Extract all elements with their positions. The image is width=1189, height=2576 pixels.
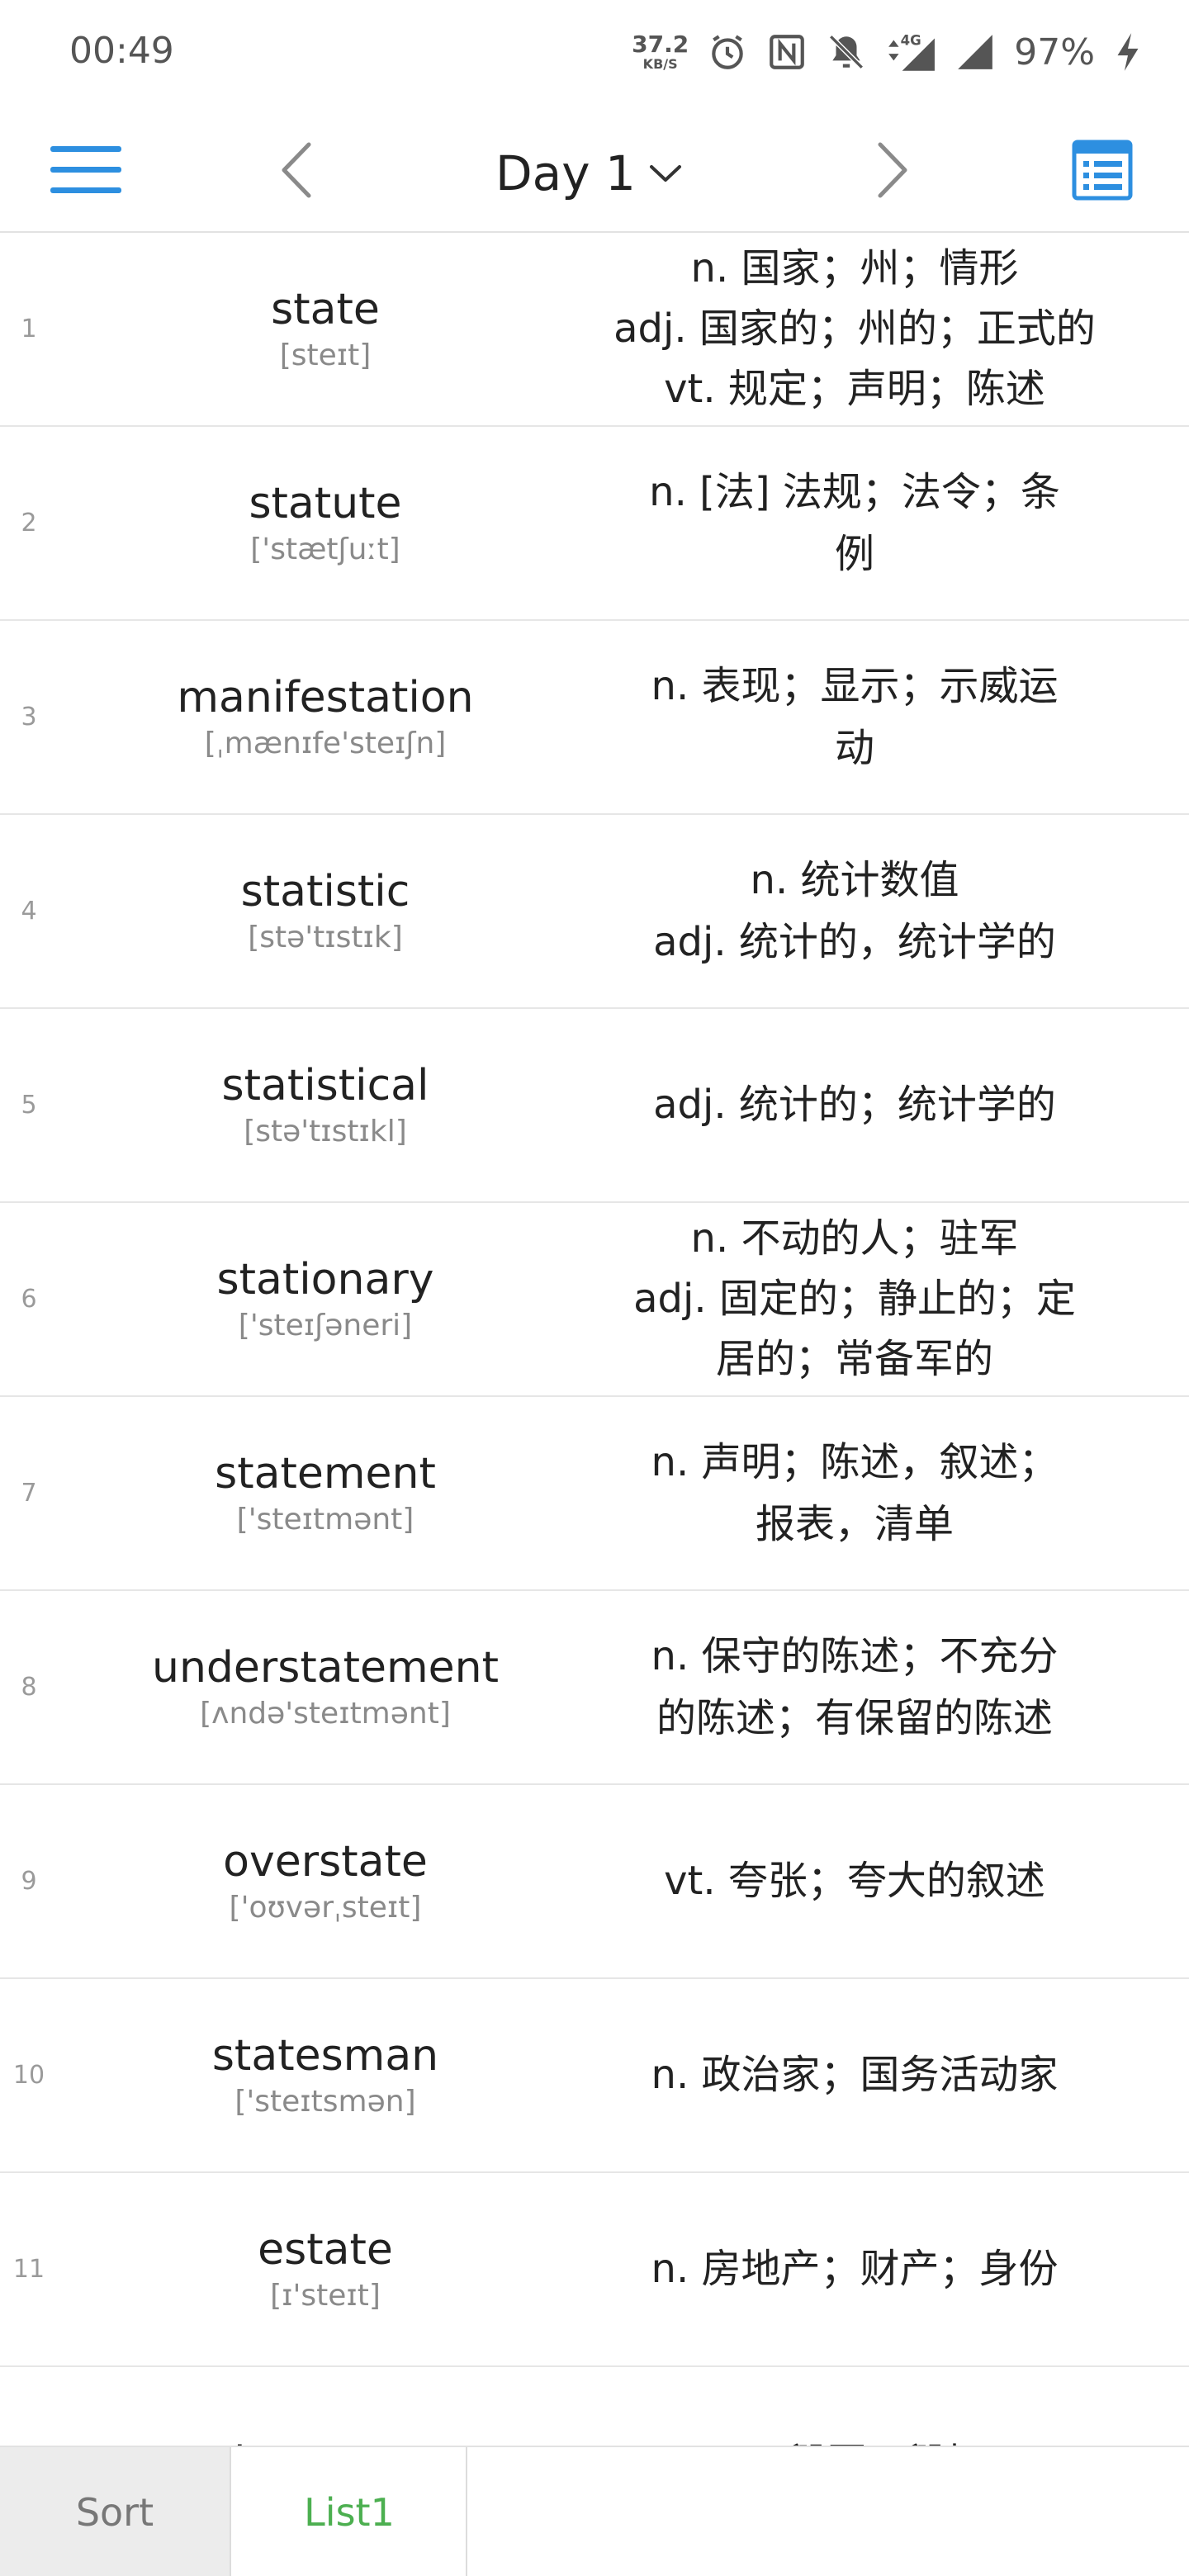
phonetic: ['steɪtsmən]: [234, 2084, 416, 2119]
word-row[interactable]: 6 stationary ['steɪʃəneri] n. 不动的人；驻军 adj…: [0, 1203, 1189, 1397]
definition: n. 不动的人；驻军 adj. 固定的；静止的；定 居的；常备军的: [633, 1215, 1076, 1382]
word-row[interactable]: 12 devastate vt. 毁灭；毁坏: [0, 2367, 1189, 2446]
word-row[interactable]: 11 estate [ɪ'steɪt] n. 房地产；财产；身份: [0, 2173, 1189, 2367]
word: stationary: [216, 1254, 434, 1305]
menu-button[interactable]: [33, 130, 139, 210]
phonetic: ['steɪtmənt]: [236, 1502, 414, 1537]
next-day-button[interactable]: [854, 130, 933, 210]
status-time: 00:49: [69, 30, 174, 72]
net-speed-value: 37.2: [632, 31, 689, 58]
phonetic: [stə'tɪstɪk]: [248, 920, 403, 954]
definition: n. 国家；州；情形 adj. 国家的；州的；正式的 vt. 规定；声明；陈述: [613, 245, 1096, 412]
row-index: 9: [21, 1867, 37, 1896]
chevron-down-icon: [649, 165, 681, 182]
phonetic: [ʌndə'steɪtmənt]: [200, 1696, 451, 1731]
word-row[interactable]: 8 understatement [ʌndə'steɪtmənt] n. 保守的陈…: [0, 1591, 1189, 1785]
word-row[interactable]: 9 overstate ['oʊvərˌsteɪt] vt. 夸张；夸大的叙述: [0, 1785, 1189, 1979]
word: manifestation: [177, 672, 474, 722]
word-row[interactable]: 3 manifestation [ˌmænɪfe'steɪʃn] n. 表现；显示…: [0, 621, 1189, 815]
word: devastate: [218, 2436, 432, 2446]
word: understatement: [151, 1642, 499, 1693]
row-index: 8: [21, 1673, 37, 1702]
row-index: 7: [21, 1479, 37, 1508]
definition: n. 房地产；财产；身份: [651, 2246, 1059, 2293]
word: state: [271, 284, 380, 334]
word-row[interactable]: 5 statistical [stə'tɪstɪkl] adj. 统计的；统计学的: [0, 1009, 1189, 1203]
word: statistic: [240, 866, 410, 916]
list-view-icon: [1072, 140, 1133, 201]
row-index: 1: [21, 315, 37, 343]
word: statement: [215, 1448, 436, 1499]
signal-icon: [955, 31, 996, 73]
row-index: 2: [21, 509, 37, 537]
definition: adj. 统计的；统计学的: [653, 1082, 1056, 1129]
phonetic: [steɪt]: [279, 338, 372, 372]
previous-day-button[interactable]: [256, 130, 335, 210]
bottom-tab-bar: Sort List1: [0, 2446, 1189, 2576]
definition: n. 表现；显示；示威运 动: [651, 663, 1059, 771]
alarm-icon: [707, 31, 748, 73]
signal-4g-icon: 4G: [885, 31, 936, 73]
row-index: 10: [12, 2061, 45, 2090]
definition: n. 保守的陈述；不充分 的陈述；有保留的陈述: [651, 1633, 1059, 1741]
word-row[interactable]: 1 state [steɪt] n. 国家；州；情形 adj. 国家的；州的；正式…: [0, 233, 1189, 427]
definition: n. 统计数值 adj. 统计的，统计学的: [653, 857, 1056, 965]
row-index: 6: [21, 1285, 37, 1314]
row-index: 11: [12, 2255, 45, 2284]
phonetic: ['stætʃuːt]: [250, 532, 400, 566]
menu-icon: [50, 146, 121, 193]
battery-percent: 97%: [1014, 31, 1095, 73]
day-title: Day 1: [495, 145, 636, 201]
definition: n. 政治家；国务活动家: [651, 2052, 1059, 2099]
nav-bar: Day 1: [0, 107, 1189, 233]
chevron-left-icon: [282, 142, 311, 198]
phonetic: ['steɪʃəneri]: [238, 1308, 413, 1342]
list-view-button[interactable]: [1057, 130, 1148, 210]
row-index: 3: [21, 703, 37, 732]
word-row[interactable]: 2 statute ['stætʃuːt] n. [法] 法规；法令；条 例: [0, 427, 1189, 621]
phonetic: [ɪ'steɪt]: [270, 2278, 381, 2313]
word: statesman: [211, 2030, 439, 2081]
definition: n. 声明；陈述，叙述； 报表，清单: [651, 1439, 1059, 1547]
word: estate: [258, 2224, 393, 2275]
word: statute: [249, 478, 402, 528]
word: statistical: [221, 1060, 429, 1110]
net-speed-unit: KB/S: [642, 56, 678, 72]
phonetic: ['oʊvərˌsteɪt]: [229, 1890, 422, 1925]
net-speed: 37.2 KB/S: [632, 33, 689, 71]
day-selector[interactable]: Day 1: [495, 140, 682, 206]
nfc-icon: [766, 31, 808, 73]
charging-icon: [1113, 31, 1143, 73]
row-index: 5: [21, 1091, 37, 1120]
phonetic: [ˌmænɪfe'steɪʃn]: [204, 726, 447, 760]
chevron-right-icon: [878, 142, 907, 198]
status-icons: 37.2 KB/S 4G 97%: [632, 23, 1143, 81]
word: overstate: [223, 1836, 428, 1887]
tab-sort[interactable]: Sort: [0, 2447, 231, 2576]
network-label: 4G: [901, 33, 921, 49]
word-row[interactable]: 7 statement ['steɪtmənt] n. 声明；陈述，叙述； 报表，…: [0, 1397, 1189, 1591]
definition: n. [法] 法规；法令；条 例: [649, 469, 1060, 577]
tab-list1[interactable]: List1: [233, 2447, 467, 2576]
phonetic: [stə'tɪstɪkl]: [244, 1114, 407, 1148]
definition: vt. 毁灭；毁坏: [723, 2432, 986, 2446]
word-row[interactable]: 10 statesman ['steɪtsmən] n. 政治家；国务活动家: [0, 1979, 1189, 2173]
definition: vt. 夸张；夸大的叙述: [664, 1858, 1045, 1905]
row-index: 4: [21, 897, 37, 926]
word-list[interactable]: 1 state [steɪt] n. 国家；州；情形 adj. 国家的；州的；正式…: [0, 233, 1189, 2446]
word-row[interactable]: 4 statistic [stə'tɪstɪk] n. 统计数值 adj. 统计的…: [0, 815, 1189, 1009]
mute-icon: [826, 31, 867, 73]
status-bar: 00:49 37.2 KB/S 4G 97%: [0, 0, 1189, 107]
row-index: 12: [0, 2367, 58, 2446]
